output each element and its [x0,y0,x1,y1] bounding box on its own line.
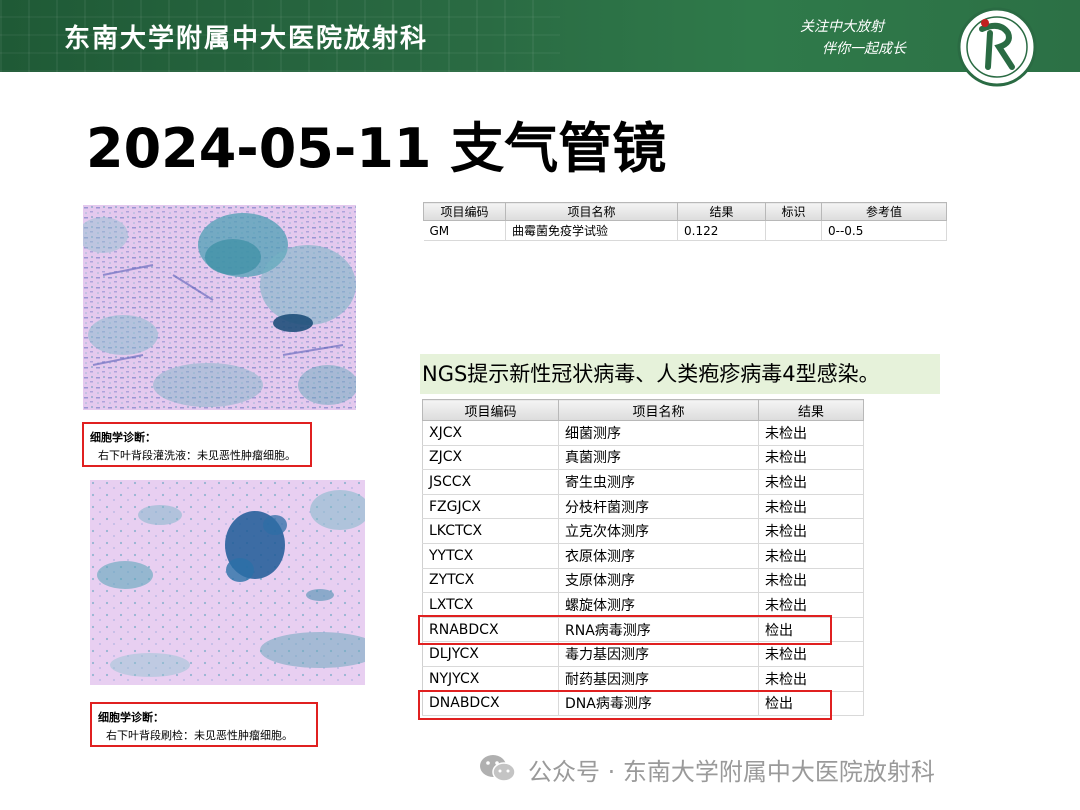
cell-name: 支原体测序 [558,568,759,594]
cell-code: ZJCX [422,445,559,471]
table-row: LXTCX 螺旋体测序 未检出 [422,592,864,618]
gm-result-table: 项目编码 项目名称 结果 标识 参考值 GM 曲霉菌免疫学试验 0.122 0-… [423,202,947,241]
cell-name: 曲霉菌免疫学试验 [505,220,678,241]
page-title: 2024-05-11 支气管镜 [86,117,667,180]
table-row: FZGJCX 分枝杆菌测序 未检出 [422,494,864,520]
ngs-result-table: 项目编码 项目名称 结果 XJCX 细菌测序 未检出 ZJCX 真菌测序 未检出 JSCCX… [422,399,864,717]
wechat-icon [480,755,516,782]
cell-name: 分枝杆菌测序 [558,494,759,520]
cell-code: FZGJCX [422,494,559,520]
header-title: 东南大学附属中大医院放射科 [64,24,429,54]
table-row: LKCTCX 立克次体测序 未检出 [422,518,864,544]
cell-name: 耐药基因测序 [558,666,759,692]
cell-result: 0.122 [677,220,766,241]
cell-code: LKCTCX [422,518,559,544]
slogan-line-2: 伴你一起成长 [822,41,906,57]
table-row: JSCCX 寄生虫测序 未检出 [422,469,864,495]
cell-result: 未检出 [758,494,864,520]
cell-flag [765,220,822,241]
column-header-reference: 参考值 [821,202,947,221]
cell-name: 毒力基因测序 [558,641,759,667]
cell-code: GM [423,220,506,241]
cell-code: XJCX [422,420,559,446]
table-row: ZYTCX 支原体测序 未检出 [422,568,864,594]
table-row: XJCX 细菌测序 未检出 [422,420,864,446]
watermark-text: 公众号 · 东南大学附属中大医院放射科 [528,757,935,786]
cell-code: ZYTCX [422,568,559,594]
cytology-title-2: 细胞学诊断： [98,711,164,724]
column-header-code: 项目编码 [422,399,559,421]
highlight-rna-virus-row [418,615,832,645]
column-header-result: 结果 [677,202,766,221]
column-header-name: 项目名称 [558,399,759,421]
cell-code: LXTCX [422,592,559,618]
cell-name: 真菌测序 [558,445,759,471]
cell-result: 未检出 [758,469,864,495]
cell-result: 未检出 [758,666,864,692]
table-row: NYJYCX 耐药基因测序 未检出 [422,666,864,692]
cell-name: 立克次体测序 [558,518,759,544]
table-row: YYTCX 衣原体测序 未检出 [422,543,864,569]
cytology-diagnosis-box-1: 细胞学诊断： 右下叶背段灌洗液：未见恶性肿瘤细胞。 [82,422,312,467]
cytology-title-1: 细胞学诊断： [90,431,156,444]
cell-reference: 0--0.5 [821,220,947,241]
column-header-result: 结果 [758,399,864,421]
ngs-summary-banner: NGS提示新性冠状病毒、人类疱疹病毒4型感染。 [420,354,940,394]
cell-name: 寄生虫测序 [558,469,759,495]
cell-result: 未检出 [758,641,864,667]
header-slogan: 关注中大放射 伴你一起成长 [800,16,930,60]
table-header-row: 项目编码 项目名称 结果 [422,399,864,421]
hospital-logo-icon [957,7,1037,87]
cell-result: 未检出 [758,543,864,569]
cell-name: 螺旋体测序 [558,592,759,618]
cell-result: 未检出 [758,445,864,471]
table-header-row: 项目编码 项目名称 结果 标识 参考值 [423,202,947,221]
cell-result: 未检出 [758,518,864,544]
cell-code: DLJYCX [422,641,559,667]
table-row: GM 曲霉菌免疫学试验 0.122 0--0.5 [423,220,947,241]
cell-name: 细菌测序 [558,420,759,446]
header-band: 东南大学附属中大医院放射科 关注中大放射 伴你一起成长 [0,0,1080,72]
column-header-code: 项目编码 [423,202,506,221]
cell-code: NYJYCX [422,666,559,692]
table-row: ZJCX 真菌测序 未检出 [422,445,864,471]
cell-name: 衣原体测序 [558,543,759,569]
wechat-watermark: 公众号 · 东南大学附属中大医院放射科 [478,752,935,786]
microscopy-image-lavage [83,205,356,410]
highlight-dna-virus-row [418,690,832,720]
column-header-flag: 标识 [765,202,822,221]
cytology-diagnosis-box-2: 细胞学诊断： 右下叶背段刷检：未见恶性肿瘤细胞。 [90,702,318,747]
slogan-line-1: 关注中大放射 [800,19,884,35]
cell-result: 未检出 [758,420,864,446]
cell-result: 未检出 [758,568,864,594]
cell-code: YYTCX [422,543,559,569]
cytology-body-1: 右下叶背段灌洗液：未见恶性肿瘤细胞。 [98,449,296,462]
microscopy-image-brushing [90,480,365,685]
table-row: DLJYCX 毒力基因测序 未检出 [422,641,864,667]
cell-result: 未检出 [758,592,864,618]
column-header-name: 项目名称 [505,202,678,221]
cytology-body-2: 右下叶背段刷检：未见恶性肿瘤细胞。 [106,729,293,742]
cell-code: JSCCX [422,469,559,495]
